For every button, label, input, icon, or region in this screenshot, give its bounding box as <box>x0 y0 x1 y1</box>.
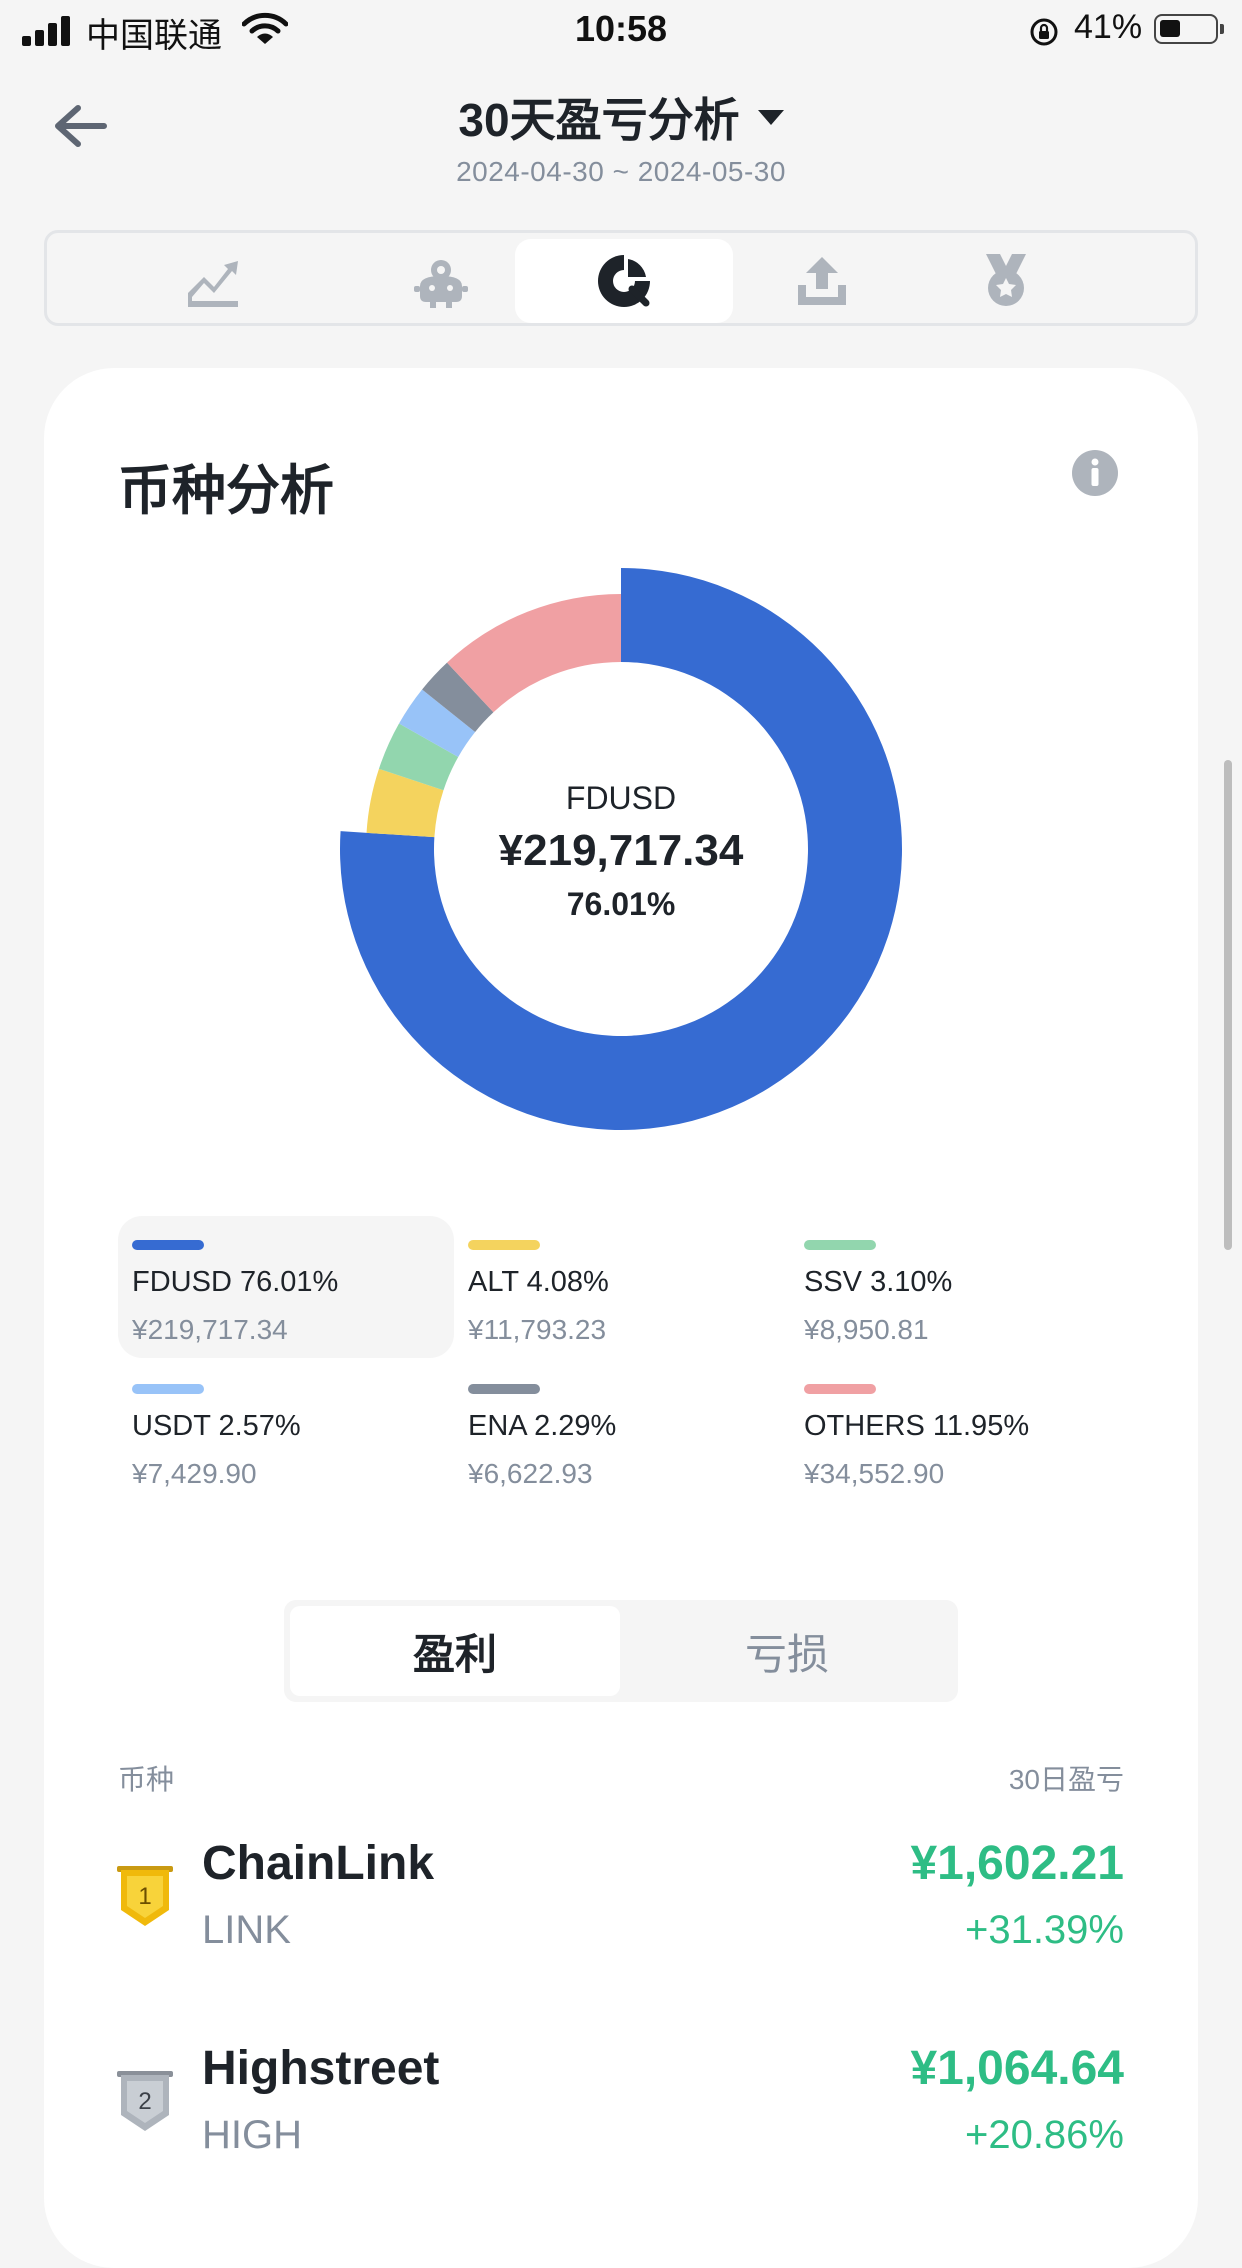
date-range: 2024-04-30 ~ 2024-05-30 <box>456 156 786 187</box>
legend-label: SSV 3.10% <box>804 1266 953 1298</box>
legend-swatch <box>468 1240 540 1250</box>
gold-rank-badge-icon: 1 <box>117 1866 173 1926</box>
donut-center-value: ¥219,717.34 <box>498 826 744 875</box>
legend-amount: ¥11,793.23 <box>468 1314 607 1345</box>
rank-number: 1 <box>138 1883 151 1910</box>
legend-amount: ¥6,622.93 <box>468 1458 593 1489</box>
legend-label: USDT 2.57% <box>132 1410 301 1442</box>
silver-rank-badge-icon: 2 <box>117 2071 173 2131</box>
column-header-pnl: 30日盈亏 <box>1008 1764 1124 1795</box>
upload-tray-icon <box>798 257 846 305</box>
legend-item[interactable]: USDT 2.57% ¥7,429.90 <box>118 1360 454 1502</box>
page-title: 30天盈亏分析 <box>458 94 740 146</box>
coin-name: Highstreet <box>202 2042 440 2095</box>
legend-swatch <box>804 1384 876 1394</box>
piggy-bank-icon <box>414 260 468 308</box>
tab-coin-analysis[interactable] <box>515 239 733 323</box>
legend-label: OTHERS 11.95% <box>804 1410 1030 1442</box>
coin-row[interactable]: 1 ChainLink LINK ¥1,602.21 +31.39% <box>44 1828 1198 1978</box>
battery-percent: 41% <box>1074 8 1143 46</box>
coin-pnl-percent: +20.86% <box>964 2113 1124 2157</box>
coin-symbol: HIGH <box>202 2113 302 2157</box>
coin-pnl-percent: +31.39% <box>964 1908 1124 1952</box>
tab-ranking[interactable] <box>897 239 1115 323</box>
legend-amount: ¥219,717.34 <box>132 1314 288 1345</box>
legend-amount: ¥34,552.90 <box>804 1458 945 1489</box>
tab-trend[interactable] <box>103 239 321 323</box>
legend-item[interactable]: ENA 2.29% ¥6,622.93 <box>454 1360 790 1502</box>
donut-center-percent: 76.01% <box>566 886 676 922</box>
legend-item[interactable]: FDUSD 76.01% ¥219,717.34 <box>118 1216 454 1358</box>
coin-row[interactable]: 2 Highstreet HIGH ¥1,064.64 +20.86% <box>44 2033 1198 2183</box>
legend-amount: ¥8,950.81 <box>804 1314 929 1345</box>
legend-label: FDUSD 76.01% <box>132 1266 339 1298</box>
legend-item[interactable]: ALT 4.08% ¥11,793.23 <box>454 1216 790 1358</box>
legend-swatch <box>804 1240 876 1250</box>
donut-center-asset: FDUSD <box>565 780 677 816</box>
legend-label: ENA 2.29% <box>468 1410 617 1442</box>
rank-number: 2 <box>138 2088 151 2115</box>
legend-amount: ¥7,429.90 <box>132 1458 257 1489</box>
medal-icon <box>986 254 1026 306</box>
pie-analysis-icon <box>598 253 652 307</box>
card-title: 币种分析 <box>118 461 334 521</box>
legend-item[interactable]: SSV 3.10% ¥8,950.81 <box>790 1216 1126 1358</box>
coin-pnl-value: ¥1,064.64 <box>910 2042 1124 2095</box>
legend-swatch <box>468 1384 540 1394</box>
coin-pnl-value: ¥1,602.21 <box>910 1837 1124 1890</box>
caret-down-icon <box>757 110 784 126</box>
profit-loss-toggle: 盈利 亏损 <box>284 1600 958 1702</box>
page-title-dropdown[interactable]: 30天盈亏分析 <box>0 84 1242 150</box>
analysis-tab-bar <box>44 230 1198 326</box>
coin-symbol: LINK <box>202 1908 291 1952</box>
legend-swatch <box>132 1384 204 1394</box>
rotation-lock-icon <box>1030 18 1058 46</box>
loss-tab[interactable]: 亏损 <box>622 1606 952 1696</box>
battery-icon <box>1154 14 1224 44</box>
coin-analysis-card: 币种分析 FDUSD ¥219,717.34 76.01% FDUSD 76.0… <box>44 368 1198 2268</box>
trend-chart-icon <box>188 261 238 307</box>
legend-label: ALT 4.08% <box>468 1266 609 1298</box>
scrollbar[interactable] <box>1224 760 1232 1250</box>
column-header-coin: 币种 <box>118 1764 175 1795</box>
coin-name: ChainLink <box>202 1837 435 1890</box>
info-icon[interactable] <box>1072 450 1118 496</box>
status-bar: 中国联通 10:58 41% <box>0 0 1242 64</box>
legend-item[interactable]: OTHERS 11.95% ¥34,552.90 <box>790 1360 1126 1502</box>
legend-swatch <box>132 1240 204 1250</box>
profit-tab[interactable]: 盈利 <box>290 1606 620 1696</box>
